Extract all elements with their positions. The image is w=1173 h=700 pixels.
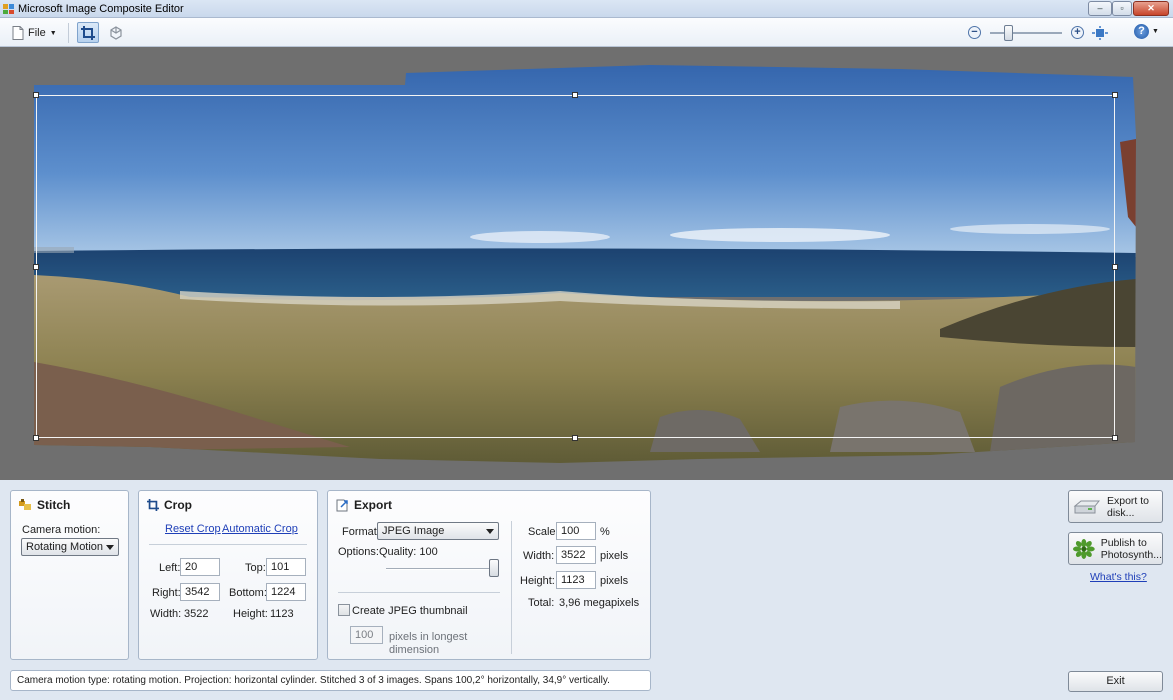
crop-panel: Crop Reset Crop Automatic Crop Left: 20 … <box>138 490 318 660</box>
document-icon <box>12 26 24 40</box>
crop-width-value: 3522 <box>184 608 209 620</box>
cube-icon <box>110 25 122 40</box>
crop-bottom-label: Bottom: <box>229 587 267 599</box>
export-to-disk-label-1: Export to <box>1107 494 1150 507</box>
crop-bottom-input[interactable]: 1224 <box>266 583 306 601</box>
scale-input[interactable]: 100 <box>556 522 596 540</box>
toolbar: File ▼ − + ? ▼ <box>0 18 1173 47</box>
crop-handle-bottom-left[interactable] <box>33 435 39 441</box>
jpeg-thumbnail-label: Create JPEG thumbnail <box>352 605 468 617</box>
quality-label: Quality: 100 <box>379 546 438 558</box>
crop-handle-right[interactable] <box>1112 264 1118 270</box>
crop-height-value: 1123 <box>270 608 294 620</box>
minimize-button[interactable]: – <box>1088 1 1112 16</box>
export-title: Export <box>354 498 393 512</box>
zoom-in-button[interactable]: + <box>1071 26 1084 39</box>
status-bar: Camera motion type: rotating motion. Pro… <box>10 670 651 691</box>
photosynth-icon <box>1073 538 1095 559</box>
publish-label-1: Publish to <box>1100 536 1147 549</box>
crop-handle-bottom[interactable] <box>572 435 578 441</box>
crop-top-label: Top: <box>245 562 266 574</box>
crop-handle-top-left[interactable] <box>33 92 39 98</box>
zoom-slider-thumb[interactable] <box>1004 25 1013 41</box>
jpeg-thumbnail-checkbox[interactable] <box>338 604 350 616</box>
app-icon <box>3 4 14 14</box>
chevron-down-icon <box>486 529 494 534</box>
export-width-label: Width: <box>523 550 555 562</box>
crop-left-input[interactable]: 20 <box>180 558 220 576</box>
stitch-title: Stitch <box>37 498 71 512</box>
total-value: 3,96 megapixels <box>559 597 640 609</box>
quality-slider-thumb[interactable] <box>489 559 499 577</box>
publish-label-2: Photosynth... <box>1100 548 1162 561</box>
export-icon <box>336 499 348 511</box>
crop-rectangle[interactable] <box>36 95 1115 438</box>
toolbar-separator <box>68 23 69 43</box>
scale-label: Scale: <box>528 526 559 538</box>
export-height-label: Height: <box>520 575 555 587</box>
quality-slider-track[interactable] <box>386 568 498 570</box>
crop-tool-button[interactable] <box>77 22 99 43</box>
export-height-unit: pixels <box>600 575 629 587</box>
crop-handle-left[interactable] <box>33 264 39 270</box>
total-label: Total: <box>528 597 555 609</box>
crop-right-input[interactable]: 3542 <box>180 583 220 601</box>
crop-icon <box>147 499 159 511</box>
file-menu[interactable]: File ▼ <box>12 24 57 42</box>
export-to-disk-button[interactable]: Export to disk... <box>1068 490 1163 523</box>
crop-height-label: Height: <box>233 608 268 620</box>
crop-top-input[interactable]: 101 <box>266 558 306 576</box>
scale-unit: % <box>600 526 610 538</box>
help-menu[interactable]: ? ▼ <box>1134 24 1159 39</box>
zoom-out-button[interactable]: − <box>968 26 981 39</box>
fit-window-icon <box>1092 26 1108 40</box>
reset-crop-link[interactable]: Reset Crop <box>165 523 221 535</box>
camera-motion-label: Camera motion: <box>22 524 101 536</box>
camera-motion-select[interactable]: Rotating Motion <box>21 538 119 556</box>
stitch-icon <box>19 499 31 510</box>
divider <box>511 521 512 654</box>
3d-view-button[interactable] <box>105 22 127 43</box>
crop-handle-top[interactable] <box>572 92 578 98</box>
zoom-slider-track[interactable] <box>990 32 1062 34</box>
crop-handle-bottom-right[interactable] <box>1112 435 1118 441</box>
crop-width-label: Width: <box>150 608 182 620</box>
publish-to-photosynth-button[interactable]: Publish to Photosynth... <box>1068 532 1163 565</box>
panorama-canvas[interactable] <box>0 47 1173 480</box>
format-label: Format: <box>342 526 380 538</box>
title-bar: Microsoft Image Composite Editor – ▫ ✕ <box>0 0 1173 18</box>
thumbnail-unit-label-1: pixels in longest <box>389 631 468 643</box>
format-select[interactable]: JPEG Image <box>377 522 499 540</box>
exit-button[interactable]: Exit <box>1068 671 1163 692</box>
export-width-unit: pixels <box>600 550 629 562</box>
crop-icon <box>81 25 95 40</box>
divider <box>149 544 307 545</box>
maximize-button[interactable]: ▫ <box>1112 1 1132 16</box>
chevron-down-icon <box>106 545 114 550</box>
help-icon: ? <box>1134 24 1149 39</box>
file-menu-label: File <box>28 27 46 39</box>
fit-to-window-button[interactable] <box>1090 23 1110 43</box>
crop-handle-top-right[interactable] <box>1112 92 1118 98</box>
divider <box>338 592 500 593</box>
crop-left-label: Left: <box>159 562 181 574</box>
thumbnail-size-input[interactable]: 100 <box>350 626 383 644</box>
chevron-down-icon: ▼ <box>1152 28 1159 35</box>
whats-this-link[interactable]: What's this? <box>1090 571 1147 583</box>
crop-right-label: Right: <box>152 587 181 599</box>
crop-title: Crop <box>164 498 192 512</box>
export-height-input[interactable]: 1123 <box>556 571 596 589</box>
disk-drive-icon <box>1073 500 1101 513</box>
options-label: Options: <box>338 546 379 558</box>
automatic-crop-link[interactable]: Automatic Crop <box>222 523 298 535</box>
close-button[interactable]: ✕ <box>1133 1 1169 16</box>
chevron-down-icon: ▼ <box>49 29 57 37</box>
export-panel: Export Format: JPEG Image Options: Quali… <box>327 490 651 660</box>
export-to-disk-label-2: disk... <box>1107 506 1135 519</box>
stitch-panel: Stitch Camera motion: Rotating Motion <box>10 490 129 660</box>
export-width-input[interactable]: 3522 <box>556 546 596 564</box>
window-title: Microsoft Image Composite Editor <box>18 3 184 15</box>
thumbnail-unit-label-2: dimension <box>389 644 440 656</box>
